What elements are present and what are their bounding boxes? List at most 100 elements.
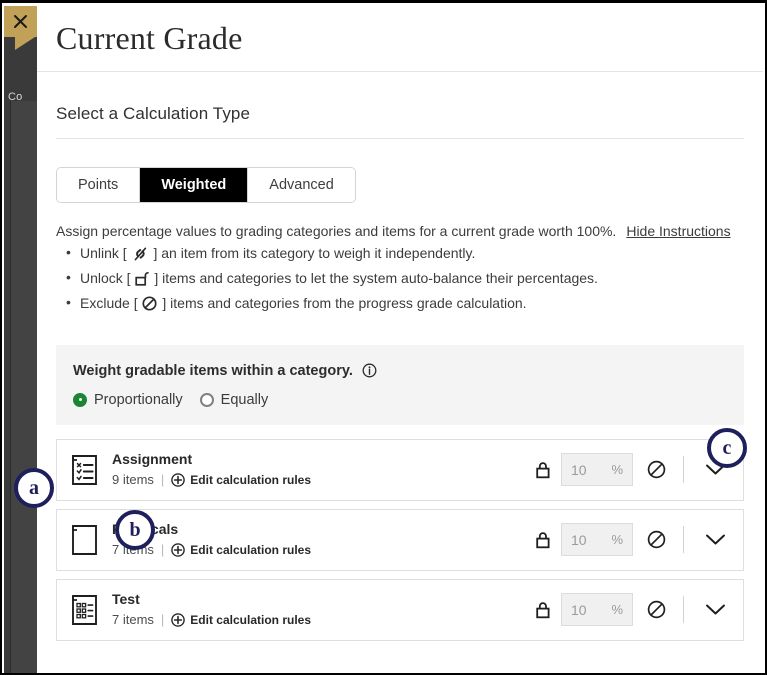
table-row[interactable]: Test 7 items | Edit calculation rules 10… [56, 578, 744, 641]
callout-marker-c: c [707, 428, 747, 468]
control-divider [683, 596, 684, 624]
instruction-unlock-prefix: Unlock [ [80, 269, 131, 286]
edit-calculation-rules-label: Edit calculation rules [190, 612, 311, 627]
subline-separator: | [160, 471, 165, 487]
instruction-exclude: Exclude [ ] items and categories from th… [66, 293, 744, 313]
percent-input[interactable]: 10 % [561, 593, 633, 627]
lock-closed-icon [536, 461, 550, 478]
instruction-exclude-suffix: ] items and categories from the progress… [162, 294, 527, 311]
exclude-icon [142, 296, 158, 311]
chevron-down-icon [705, 604, 725, 615]
weight-radio-group: Proportionally Equally [73, 392, 727, 408]
dialog-body: Select a Calculation Type Points Weighte… [37, 104, 763, 641]
category-subline: 7 items | Edit calculation rules [112, 540, 528, 560]
category-list: Assignment 9 items | Edit calculation ru… [56, 438, 744, 641]
expand-category-button[interactable] [698, 603, 732, 616]
callout-marker-b: b [115, 510, 155, 550]
edit-calculation-rules-link[interactable]: Edit calculation rules [171, 611, 311, 629]
close-icon [14, 15, 27, 28]
instruction-unlock-suffix: ] items and categories to let the system… [154, 269, 598, 286]
category-text-practicals: Practicals 7 items | Edit calculation ru… [104, 520, 528, 559]
divider [56, 138, 744, 139]
unlink-icon [134, 247, 146, 261]
category-name: Test [112, 590, 140, 607]
exclude-toggle-button[interactable] [641, 460, 671, 479]
control-divider [683, 526, 684, 554]
instruction-unlink-suffix: ] an item from its category to weigh it … [153, 245, 476, 261]
tab-points[interactable]: Points [57, 168, 141, 202]
subline-separator: | [160, 541, 165, 557]
radio-proportionally-mark[interactable] [73, 392, 87, 407]
exclude-icon [647, 460, 665, 479]
percent-symbol: % [611, 462, 623, 478]
lock-toggle-button[interactable] [528, 601, 558, 619]
current-grade-dialog: Current Grade Select a Calculation Type … [37, 6, 763, 671]
table-row[interactable]: Assignment 9 items | Edit calculation ru… [56, 438, 744, 501]
app-sidebar-label: Co [8, 91, 23, 103]
exclude-toggle-button[interactable] [641, 600, 671, 619]
table-row[interactable]: Practicals 7 items | Edit calculation ru… [56, 508, 744, 571]
percent-symbol: % [611, 532, 623, 548]
radio-proportionally-label: Proportionally [94, 391, 183, 408]
info-icon[interactable] [362, 363, 377, 378]
category-subline: 7 items | Edit calculation rules [112, 610, 528, 630]
exclude-icon [647, 530, 665, 549]
edit-calculation-rules-link[interactable]: Edit calculation rules [171, 541, 311, 559]
unlock-icon [135, 271, 150, 286]
app-sidebar [4, 31, 37, 673]
close-dialog-button[interactable] [4, 6, 37, 37]
grid-document-icon [72, 594, 97, 625]
edit-calculation-rules-label: Edit calculation rules [190, 472, 311, 487]
plus-circle-icon [171, 612, 186, 627]
radio-equally[interactable]: Equally [199, 391, 269, 408]
tab-advanced[interactable]: Advanced [248, 168, 355, 202]
category-controls: 10 % [528, 593, 732, 627]
instructions-lead-text: Assign percentage values to grading cate… [56, 223, 617, 239]
instructions-block: Assign percentage values to grading cate… [56, 223, 744, 313]
radio-equally-mark[interactable] [199, 392, 214, 407]
instruction-exclude-prefix: Exclude [ [80, 294, 138, 311]
percent-input[interactable]: 10 % [561, 523, 633, 557]
category-icon-assignment [70, 454, 104, 486]
chevron-down-icon [705, 534, 725, 545]
weight-options-panel: Weight gradable items within a category.… [56, 344, 744, 425]
category-name: Assignment [112, 450, 193, 467]
plus-circle-icon [171, 542, 186, 557]
hide-instructions-link[interactable]: Hide Instructions [626, 223, 730, 239]
exclude-toggle-button[interactable] [641, 530, 671, 549]
lock-toggle-button[interactable] [528, 531, 558, 549]
category-name: Practicals [112, 520, 528, 539]
plus-circle-icon [171, 472, 186, 487]
lock-closed-icon [536, 531, 550, 548]
section-heading: Select a Calculation Type [56, 104, 251, 123]
instructions-lead: Assign percentage values to grading cate… [56, 223, 744, 239]
document-blank-icon [72, 524, 97, 555]
weight-panel-title: Weight gradable items within a category. [73, 363, 727, 379]
category-controls: 10 % [528, 453, 732, 487]
weight-panel-title-text: Weight gradable items within a category. [73, 362, 353, 379]
category-item-count: 9 items [112, 471, 154, 487]
app-sidebar-rail [10, 101, 37, 673]
instruction-unlink: Unlink [ ] an item from its category to … [66, 243, 744, 263]
close-chip-tail [15, 37, 35, 50]
instructions-list: Unlink [ ] an item from its category to … [56, 243, 744, 313]
tab-weighted[interactable]: Weighted [140, 168, 249, 202]
percent-value: 10 [571, 531, 587, 548]
instruction-unlink-prefix: Unlink [ [80, 245, 127, 261]
expand-category-button[interactable] [698, 533, 732, 546]
lock-closed-icon [536, 601, 550, 618]
lock-toggle-button[interactable] [528, 461, 558, 479]
percent-input[interactable]: 10 % [561, 453, 633, 487]
radio-proportionally[interactable]: Proportionally [73, 392, 183, 408]
edit-calculation-rules-link[interactable]: Edit calculation rules [171, 471, 311, 489]
category-icon-practicals [70, 524, 104, 556]
percent-value: 10 [571, 601, 587, 618]
exclude-icon [647, 600, 665, 619]
subline-separator: | [160, 611, 165, 627]
calculation-type-tabs: Points Weighted Advanced [56, 167, 356, 203]
screenshot-root: Co Current Grade Select a Calculation Ty… [0, 0, 767, 675]
dialog-header: Current Grade [37, 6, 763, 72]
radio-equally-label: Equally [220, 391, 269, 408]
category-icon-test [70, 594, 104, 626]
category-text-assignment: Assignment 9 items | Edit calculation ru… [104, 450, 528, 489]
